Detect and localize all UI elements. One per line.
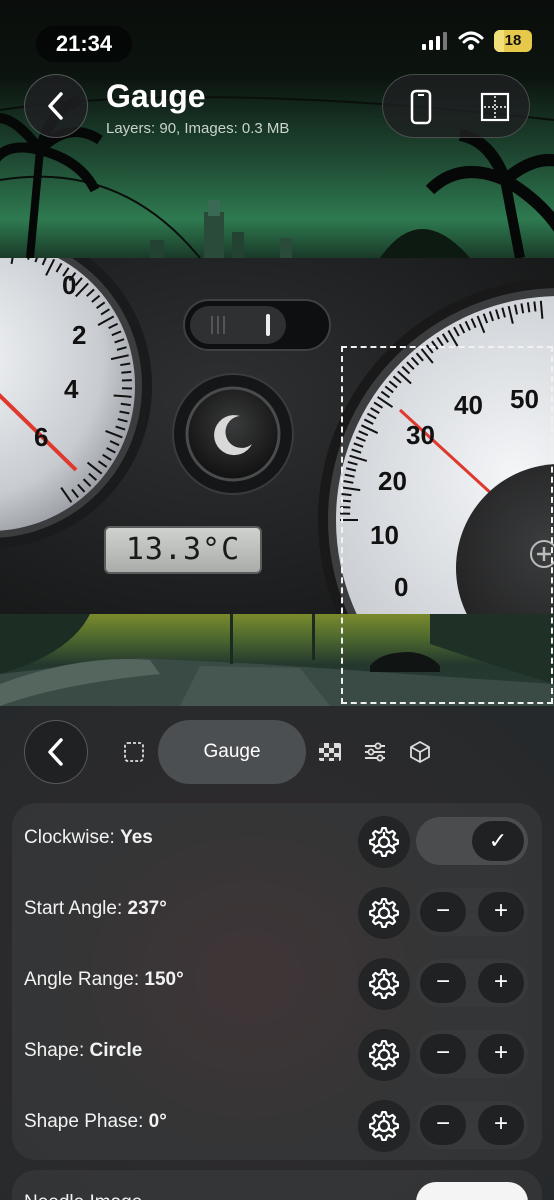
- status-time: 21:34: [36, 26, 132, 62]
- property-value: 0°: [148, 1111, 167, 1132]
- increment-button[interactable]: +: [478, 1034, 524, 1074]
- gauge-tick: [341, 492, 352, 497]
- decrement-button[interactable]: −: [420, 892, 466, 932]
- view-options-pill: [382, 74, 530, 138]
- page-subtitle: Layers: 90, Images: 0.3 MB: [106, 120, 290, 137]
- property-row-clockwise: Clockwise: Yes ✓: [12, 810, 542, 868]
- gauge-tick: [533, 301, 537, 312]
- clockwise-toggle[interactable]: ✓: [416, 817, 528, 865]
- property-name: Shape:: [24, 1040, 90, 1061]
- property-value: 237°: [127, 898, 167, 919]
- shape-stepper: − +: [416, 1030, 528, 1078]
- property-value: Circle: [89, 1040, 143, 1061]
- status-bar: 21:34 18: [0, 0, 554, 62]
- left-gauge-label: 4: [64, 374, 79, 404]
- checkerboard-icon: [319, 743, 341, 761]
- cube-icon: [410, 741, 430, 763]
- property-label: Clockwise: Yes: [24, 810, 153, 866]
- page-title: Gauge: [106, 78, 206, 114]
- gauge-tick: [120, 402, 131, 407]
- chevron-left-icon: [48, 738, 63, 766]
- gear-icon: [369, 898, 399, 928]
- chevron-left-icon: [48, 92, 63, 120]
- tab-3d[interactable]: [408, 740, 432, 764]
- right-gauge-label: 50: [510, 384, 539, 414]
- property-row-shape-phase: Shape Phase: 0° − +: [12, 1094, 542, 1152]
- property-value: 150°: [144, 969, 184, 990]
- temperature-display: 13.3°C: [104, 526, 262, 574]
- property-label: Shape Phase: 0°: [24, 1094, 167, 1150]
- tab-selection[interactable]: [122, 740, 146, 764]
- property-settings-button[interactable]: [358, 1029, 410, 1081]
- increment-button[interactable]: +: [478, 963, 524, 1003]
- night-mode-knob: [172, 373, 294, 495]
- decrement-button[interactable]: −: [420, 1105, 466, 1145]
- layout-guides-button[interactable]: [475, 87, 515, 127]
- property-settings-button[interactable]: [358, 958, 410, 1010]
- phone-icon: [410, 89, 432, 125]
- gauge-canvas[interactable]: 0 2 4 6 50 40 30 20 10 0 13.3°C: [0, 258, 554, 614]
- shape-phase-stepper: − +: [416, 1101, 528, 1149]
- sliders-icon: [365, 742, 385, 762]
- tab-adjustments[interactable]: [363, 740, 387, 764]
- property-label: Start Angle: 237°: [24, 881, 167, 937]
- needle-image-label: Needle Image: [24, 1192, 142, 1200]
- left-gauge-label: 2: [72, 320, 86, 350]
- gear-icon: [369, 1111, 399, 1141]
- property-name: Start Angle:: [24, 898, 128, 919]
- gear-icon: [369, 1040, 399, 1070]
- property-settings-button[interactable]: [358, 887, 410, 939]
- gear-icon: [369, 827, 399, 857]
- needle-image-toggle[interactable]: [416, 1182, 528, 1200]
- increment-button[interactable]: +: [478, 1105, 524, 1145]
- back-button[interactable]: [24, 74, 88, 138]
- property-label: Angle Range: 150°: [24, 952, 184, 1008]
- decrement-button[interactable]: −: [420, 963, 466, 1003]
- tab-background[interactable]: [318, 740, 342, 764]
- battery-indicator: 18: [494, 30, 532, 52]
- switch-widget: [183, 299, 331, 351]
- angle-range-stepper: − +: [416, 959, 528, 1007]
- gauge-dashboard-artwork: 0 2 4 6 50 40 30 20 10 0: [0, 258, 554, 614]
- gauge-tick: [340, 505, 351, 509]
- property-name: Clockwise:: [24, 827, 121, 848]
- property-name: Shape Phase:: [24, 1111, 149, 1132]
- checkmark-icon: ✓: [472, 821, 524, 861]
- panel-back-button[interactable]: [24, 720, 88, 784]
- left-gauge-label: 6: [34, 422, 48, 452]
- gauge-tick: [113, 394, 132, 398]
- background-scene-street: [0, 614, 554, 706]
- right-gauge-label: 40: [454, 390, 483, 420]
- wifi-icon: [458, 31, 484, 50]
- device-preview-button[interactable]: [401, 87, 441, 127]
- property-label: Shape: Circle: [24, 1023, 142, 1079]
- property-row-angle-range: Angle Range: 150° − +: [12, 952, 542, 1010]
- left-gauge: 0 2 4 6: [0, 258, 152, 548]
- gear-icon: [369, 969, 399, 999]
- right-gauge-label: 10: [370, 520, 399, 550]
- selection-icon: [124, 742, 144, 762]
- tab-gauge[interactable]: Gauge: [158, 720, 306, 784]
- left-gauge-label: 0: [62, 270, 76, 300]
- property-row-start-angle: Start Angle: 237° − +: [12, 881, 542, 939]
- gauge-tick: [340, 499, 351, 503]
- decrement-button[interactable]: −: [420, 1034, 466, 1074]
- right-gauge: 50 40 30 20 10 0: [318, 278, 554, 614]
- grid-layout-icon: [480, 92, 510, 122]
- street-illustration: [0, 614, 554, 706]
- start-angle-stepper: − +: [416, 888, 528, 936]
- battery-level: 18: [504, 32, 522, 49]
- right-gauge-label: 30: [406, 420, 435, 450]
- increment-button[interactable]: +: [478, 892, 524, 932]
- property-settings-button[interactable]: [358, 816, 410, 868]
- property-value: Yes: [120, 827, 153, 848]
- property-row-shape: Shape: Circle − +: [12, 1023, 542, 1081]
- gauge-tick: [121, 370, 132, 374]
- right-gauge-label: 20: [378, 466, 407, 496]
- right-gauge-label: 0: [394, 572, 408, 602]
- cellular-signal-icon: [422, 32, 447, 50]
- status-icons: 18: [422, 30, 532, 52]
- property-settings-button[interactable]: [358, 1100, 410, 1152]
- property-name: Angle Range:: [24, 969, 145, 990]
